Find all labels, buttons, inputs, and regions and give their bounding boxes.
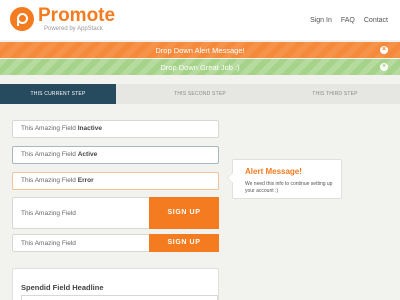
field-active[interactable]: This Amazing Field Active xyxy=(12,146,219,164)
signup-field-large[interactable]: This Amazing Field SIGN UP xyxy=(12,197,219,229)
field-state: Error xyxy=(77,177,94,184)
callout-body: We need this info to continue setting up… xyxy=(245,181,333,194)
alert-callout: Alert Message! We need this info to cont… xyxy=(227,159,342,199)
sign-up-button[interactable]: SIGN UP xyxy=(149,197,219,229)
signup-field-small[interactable]: This Amazing Field SIGN UP xyxy=(12,234,219,252)
nav-faq-link[interactable]: FAQ xyxy=(341,17,355,24)
field-state: Active xyxy=(77,151,98,158)
callout-title: Alert Message! xyxy=(245,167,302,176)
panel-headline: Spendid Field Headline xyxy=(21,283,104,292)
field-label: This Amazing Field xyxy=(21,240,76,247)
field-error[interactable]: This Amazing Field Error xyxy=(12,172,219,190)
panel-input[interactable] xyxy=(21,295,218,300)
alert-message: Drop Down Alert Message! xyxy=(155,46,245,55)
top-header: Promote Powered by AppStack Sign In FAQ … xyxy=(0,0,400,40)
alert-banner-warning: Drop Down Alert Message! × xyxy=(0,42,400,58)
field-label: This Amazing Field xyxy=(21,125,76,132)
field-label: This Amazing Field xyxy=(21,151,76,158)
sign-up-button[interactable]: SIGN UP xyxy=(149,234,219,252)
step-current[interactable]: THIS CURRENT STEP xyxy=(0,84,116,104)
logo-icon[interactable] xyxy=(10,7,34,31)
step-progress-bar: THIS CURRENT STEP THIS SECOND STEP THIS … xyxy=(0,84,400,104)
alert-message: Drop Down Great Job :) xyxy=(160,63,240,72)
step-arrow-icon xyxy=(110,84,116,104)
field-label: This Amazing Field xyxy=(21,177,76,184)
field-label: This Amazing Field xyxy=(21,210,76,217)
field-inactive[interactable]: This Amazing Field Inactive xyxy=(12,120,219,138)
step-second[interactable]: THIS SECOND STEP xyxy=(122,84,278,104)
close-icon[interactable]: × xyxy=(380,63,388,71)
field-state: Inactive xyxy=(77,125,102,132)
nav-sign-in-link[interactable]: Sign In xyxy=(310,17,332,24)
field-panel: Spendid Field Headline xyxy=(12,268,219,300)
step-third[interactable]: THIS THIRD STEP xyxy=(270,84,400,104)
nav-contact-link[interactable]: Contact xyxy=(364,17,388,24)
brand-name[interactable]: Promote xyxy=(38,6,115,26)
brand-tagline: Powered by AppStack xyxy=(44,26,103,32)
main-nav: Sign In FAQ Contact xyxy=(310,17,388,24)
alert-banner-success: Drop Down Great Job :) × xyxy=(0,59,400,75)
close-icon[interactable]: × xyxy=(380,46,388,54)
